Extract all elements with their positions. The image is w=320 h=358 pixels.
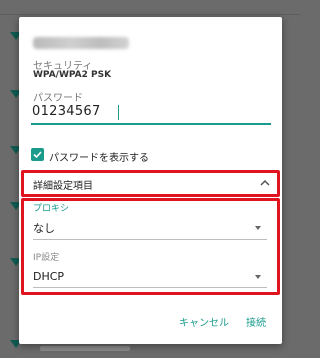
- proxy-underline: [33, 239, 267, 240]
- dropdown-arrow-icon[interactable]: [255, 275, 261, 279]
- ip-underline: [33, 287, 267, 288]
- ip-settings-label: IP設定: [33, 253, 60, 263]
- list-item-blurred: [40, 346, 130, 351]
- list-divider: [0, 14, 300, 15]
- connect-button[interactable]: 接続: [246, 314, 266, 329]
- password-field[interactable]: 01234567: [31, 103, 271, 125]
- proxy-select[interactable]: なし: [33, 220, 55, 236]
- chevron-up-icon[interactable]: [260, 179, 270, 186]
- security-value: WPA/WPA2 PSK: [33, 70, 112, 80]
- dropdown-arrow-icon[interactable]: [255, 226, 261, 230]
- proxy-label: プロキシ: [33, 204, 70, 214]
- advanced-options-toggle[interactable]: 詳細設定項目: [33, 177, 93, 192]
- wifi-connect-dialog: セキュリティ WPA/WPA2 PSK パスワード 01234567 パスワード…: [19, 17, 282, 344]
- ip-settings-select[interactable]: DHCP: [33, 270, 64, 283]
- cancel-button[interactable]: キャンセル: [179, 314, 229, 329]
- text-caret: [118, 105, 119, 120]
- check-icon: [33, 151, 42, 159]
- network-name-blurred: [33, 37, 129, 49]
- password-value: 01234567: [32, 104, 101, 119]
- show-password-label[interactable]: パスワードを表示する: [49, 149, 149, 164]
- password-label: パスワード: [33, 93, 83, 104]
- show-password-checkbox[interactable]: [31, 148, 44, 161]
